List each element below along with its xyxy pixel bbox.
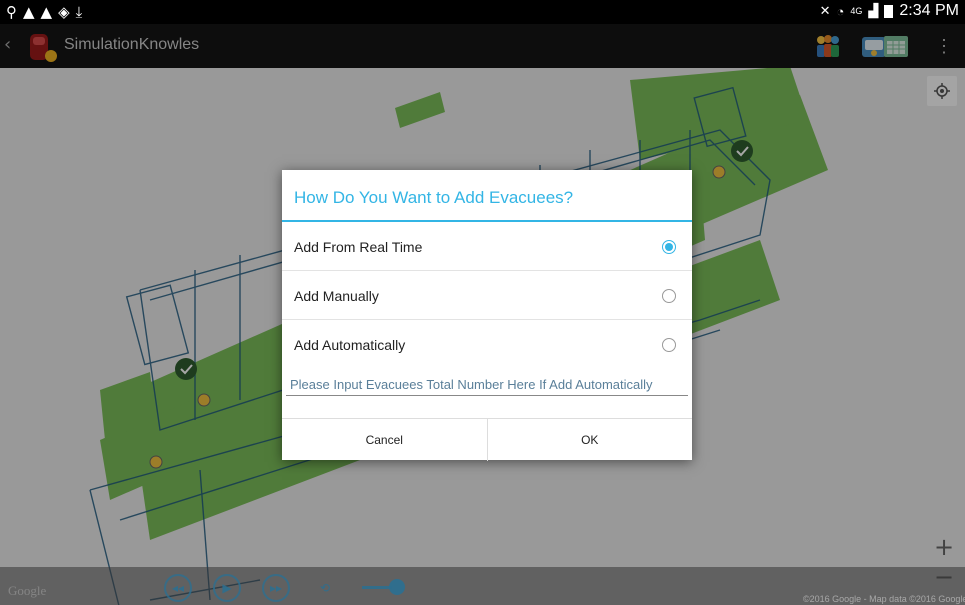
option-label: Add Automatically [294,337,406,353]
dialog-buttons: Cancel OK [282,418,692,461]
ok-button[interactable]: OK [488,419,693,461]
status-right: ✕ ◔ 4G ▟ 2:34 PM [820,2,959,20]
radio-selected-icon[interactable] [662,240,676,254]
option-label: Add Manually [294,288,379,304]
option-real-time[interactable]: Add From Real Time [282,222,692,271]
warning-icon: ▲ [40,3,53,21]
mute-icon: ✕ [819,3,831,18]
option-label: Add From Real Time [294,239,423,255]
clock: 2:34 PM [899,2,959,19]
status-left-icons: ⚲ ▲ ▲ ◈ ⤓ [6,3,82,21]
warning-icon: ▲ [23,3,35,21]
radio-unselected-icon[interactable] [662,289,676,303]
radio-unselected-icon[interactable] [662,338,676,352]
dialog-title: How Do You Want to Add Evacuees? [282,170,692,222]
battery-icon [884,4,894,18]
wifi-icon: ◔ [836,3,845,19]
status-bar: ⚲ ▲ ▲ ◈ ⤓ ✕ ◔ 4G ▟ 2:34 PM [0,0,965,24]
option-manually[interactable]: Add Manually [282,271,692,320]
add-evacuees-dialog: How Do You Want to Add Evacuees? Add Fro… [282,170,692,461]
signal-icon: ▟ [868,3,879,18]
shield-icon: ◈ [58,3,70,21]
download-icon: ⤓ [75,3,83,21]
network-label: 4G [850,6,863,16]
option-automatically[interactable]: Add Automatically [282,320,692,369]
cancel-button[interactable]: Cancel [282,419,488,461]
evacuee-count-input[interactable] [286,374,688,396]
usb-icon: ⚲ [6,3,17,21]
